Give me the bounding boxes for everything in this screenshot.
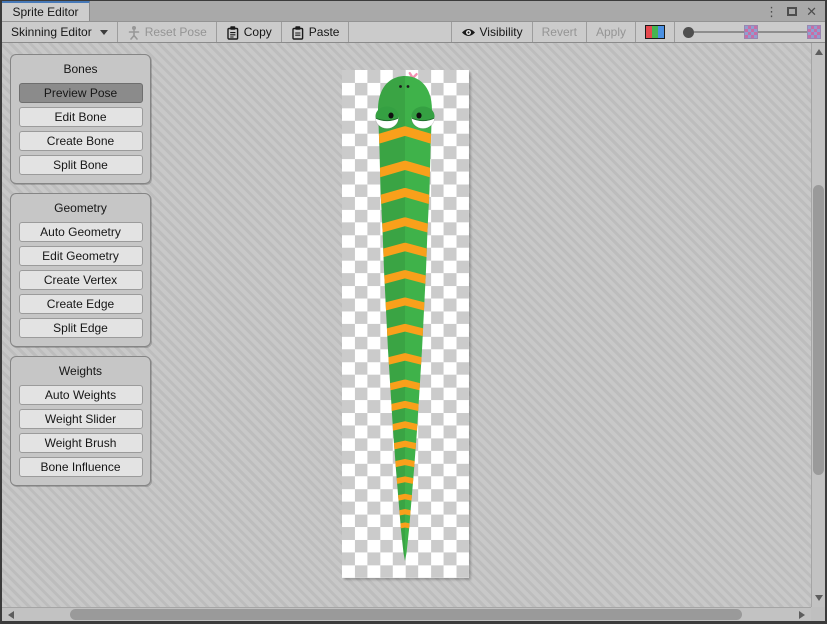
horizontal-scrollbar[interactable]	[2, 607, 811, 621]
horizontal-scroll-thumb[interactable]	[70, 609, 742, 620]
paste-icon	[291, 25, 305, 40]
create-bone-button[interactable]: Create Bone	[19, 131, 143, 151]
panel-button-group: Auto Weights Weight Slider Weight Brush Bon…	[11, 385, 150, 477]
panel-geometry: Geometry Auto Geometry Edit Geometry Creat…	[10, 193, 151, 347]
paste-button[interactable]: Paste	[282, 22, 349, 42]
copy-icon	[226, 25, 240, 40]
visibility-label: Visibility	[480, 25, 523, 39]
revert-button[interactable]: Revert	[533, 22, 586, 42]
color-channels-button[interactable]	[636, 22, 674, 42]
preview-pose-button[interactable]: Preview Pose	[19, 83, 143, 103]
copy-label: Copy	[244, 25, 272, 39]
eye-icon	[461, 27, 476, 38]
visibility-button[interactable]: Visibility	[452, 22, 532, 42]
tab-title: Sprite Editor	[12, 5, 78, 19]
snake-sprite-image	[342, 70, 469, 578]
snake-nostril	[407, 85, 410, 88]
scroll-left-icon[interactable]	[8, 611, 14, 619]
edit-bone-button[interactable]: Edit Bone	[19, 107, 143, 127]
panel-button-group: Preview Pose Edit Bone Create Bone Split Bo…	[11, 83, 150, 175]
toolbar: Skinning Editor Reset Pose Copy Paste	[2, 21, 825, 43]
alpha-slider[interactable]	[675, 22, 825, 42]
reset-pose-label: Reset Pose	[145, 25, 207, 39]
apply-label: Apply	[596, 25, 626, 39]
panel-title: Weights	[11, 362, 150, 385]
create-edge-button[interactable]: Create Edge	[19, 294, 143, 314]
skinning-editor-label: Skinning Editor	[11, 25, 92, 39]
panel-title: Geometry	[11, 199, 150, 222]
scroll-right-icon[interactable]	[799, 611, 805, 619]
snake-nostril	[399, 85, 402, 88]
window-controls: ⋮ ✕	[765, 1, 825, 21]
caret-down-icon	[100, 30, 108, 35]
texture-checker-icon	[744, 25, 758, 39]
scrollbar-corner	[811, 607, 825, 621]
slider-track[interactable]	[758, 31, 808, 33]
skinning-editor-dropdown[interactable]: Skinning Editor	[2, 22, 117, 42]
paste-label: Paste	[309, 25, 340, 39]
panel-weights: Weights Auto Weights Weight Slider Weight …	[10, 356, 151, 486]
scroll-up-icon[interactable]	[815, 49, 823, 55]
auto-geometry-button[interactable]: Auto Geometry	[19, 222, 143, 242]
title-bar: Sprite Editor ⋮ ✕	[2, 1, 825, 21]
snake-body-shading	[342, 70, 405, 578]
split-bone-button[interactable]: Split Bone	[19, 155, 143, 175]
split-edge-button[interactable]: Split Edge	[19, 318, 143, 338]
scroll-down-icon[interactable]	[815, 595, 823, 601]
tab-sprite-editor[interactable]: Sprite Editor	[2, 1, 90, 21]
vertical-scrollbar[interactable]	[811, 43, 825, 607]
reset-pose-button[interactable]: Reset Pose	[118, 22, 216, 42]
create-vertex-button[interactable]: Create Vertex	[19, 270, 143, 290]
close-icon[interactable]: ✕	[806, 5, 817, 18]
pose-figure-icon	[127, 25, 141, 40]
revert-label: Revert	[542, 25, 577, 39]
sprite-viewport[interactable]	[342, 70, 469, 578]
edit-geometry-button[interactable]: Edit Geometry	[19, 246, 143, 266]
panel-title: Bones	[11, 60, 150, 83]
slider-track[interactable]	[694, 31, 744, 33]
vertical-scroll-thumb[interactable]	[813, 185, 824, 475]
apply-button[interactable]: Apply	[587, 22, 635, 42]
weight-slider-button[interactable]: Weight Slider	[19, 409, 143, 429]
bone-influence-button[interactable]: Bone Influence	[19, 457, 143, 477]
panel-button-group: Auto Geometry Edit Geometry Create Vertex C…	[11, 222, 150, 338]
auto-weights-button[interactable]: Auto Weights	[19, 385, 143, 405]
weight-brush-button[interactable]: Weight Brush	[19, 433, 143, 453]
texture-checker-icon	[807, 25, 821, 39]
panel-bones: Bones Preview Pose Edit Bone Create Bone Sp…	[10, 54, 151, 184]
rgb-swatch-icon	[645, 25, 665, 39]
toolbar-spacer	[349, 22, 450, 42]
skinning-canvas[interactable]: Bones Preview Pose Edit Bone Create Bone Sp…	[2, 43, 811, 607]
maximize-icon[interactable]	[787, 7, 797, 16]
window-menu-icon[interactable]: ⋮	[765, 5, 778, 18]
copy-button[interactable]: Copy	[217, 22, 281, 42]
slider-knob[interactable]	[683, 27, 694, 38]
